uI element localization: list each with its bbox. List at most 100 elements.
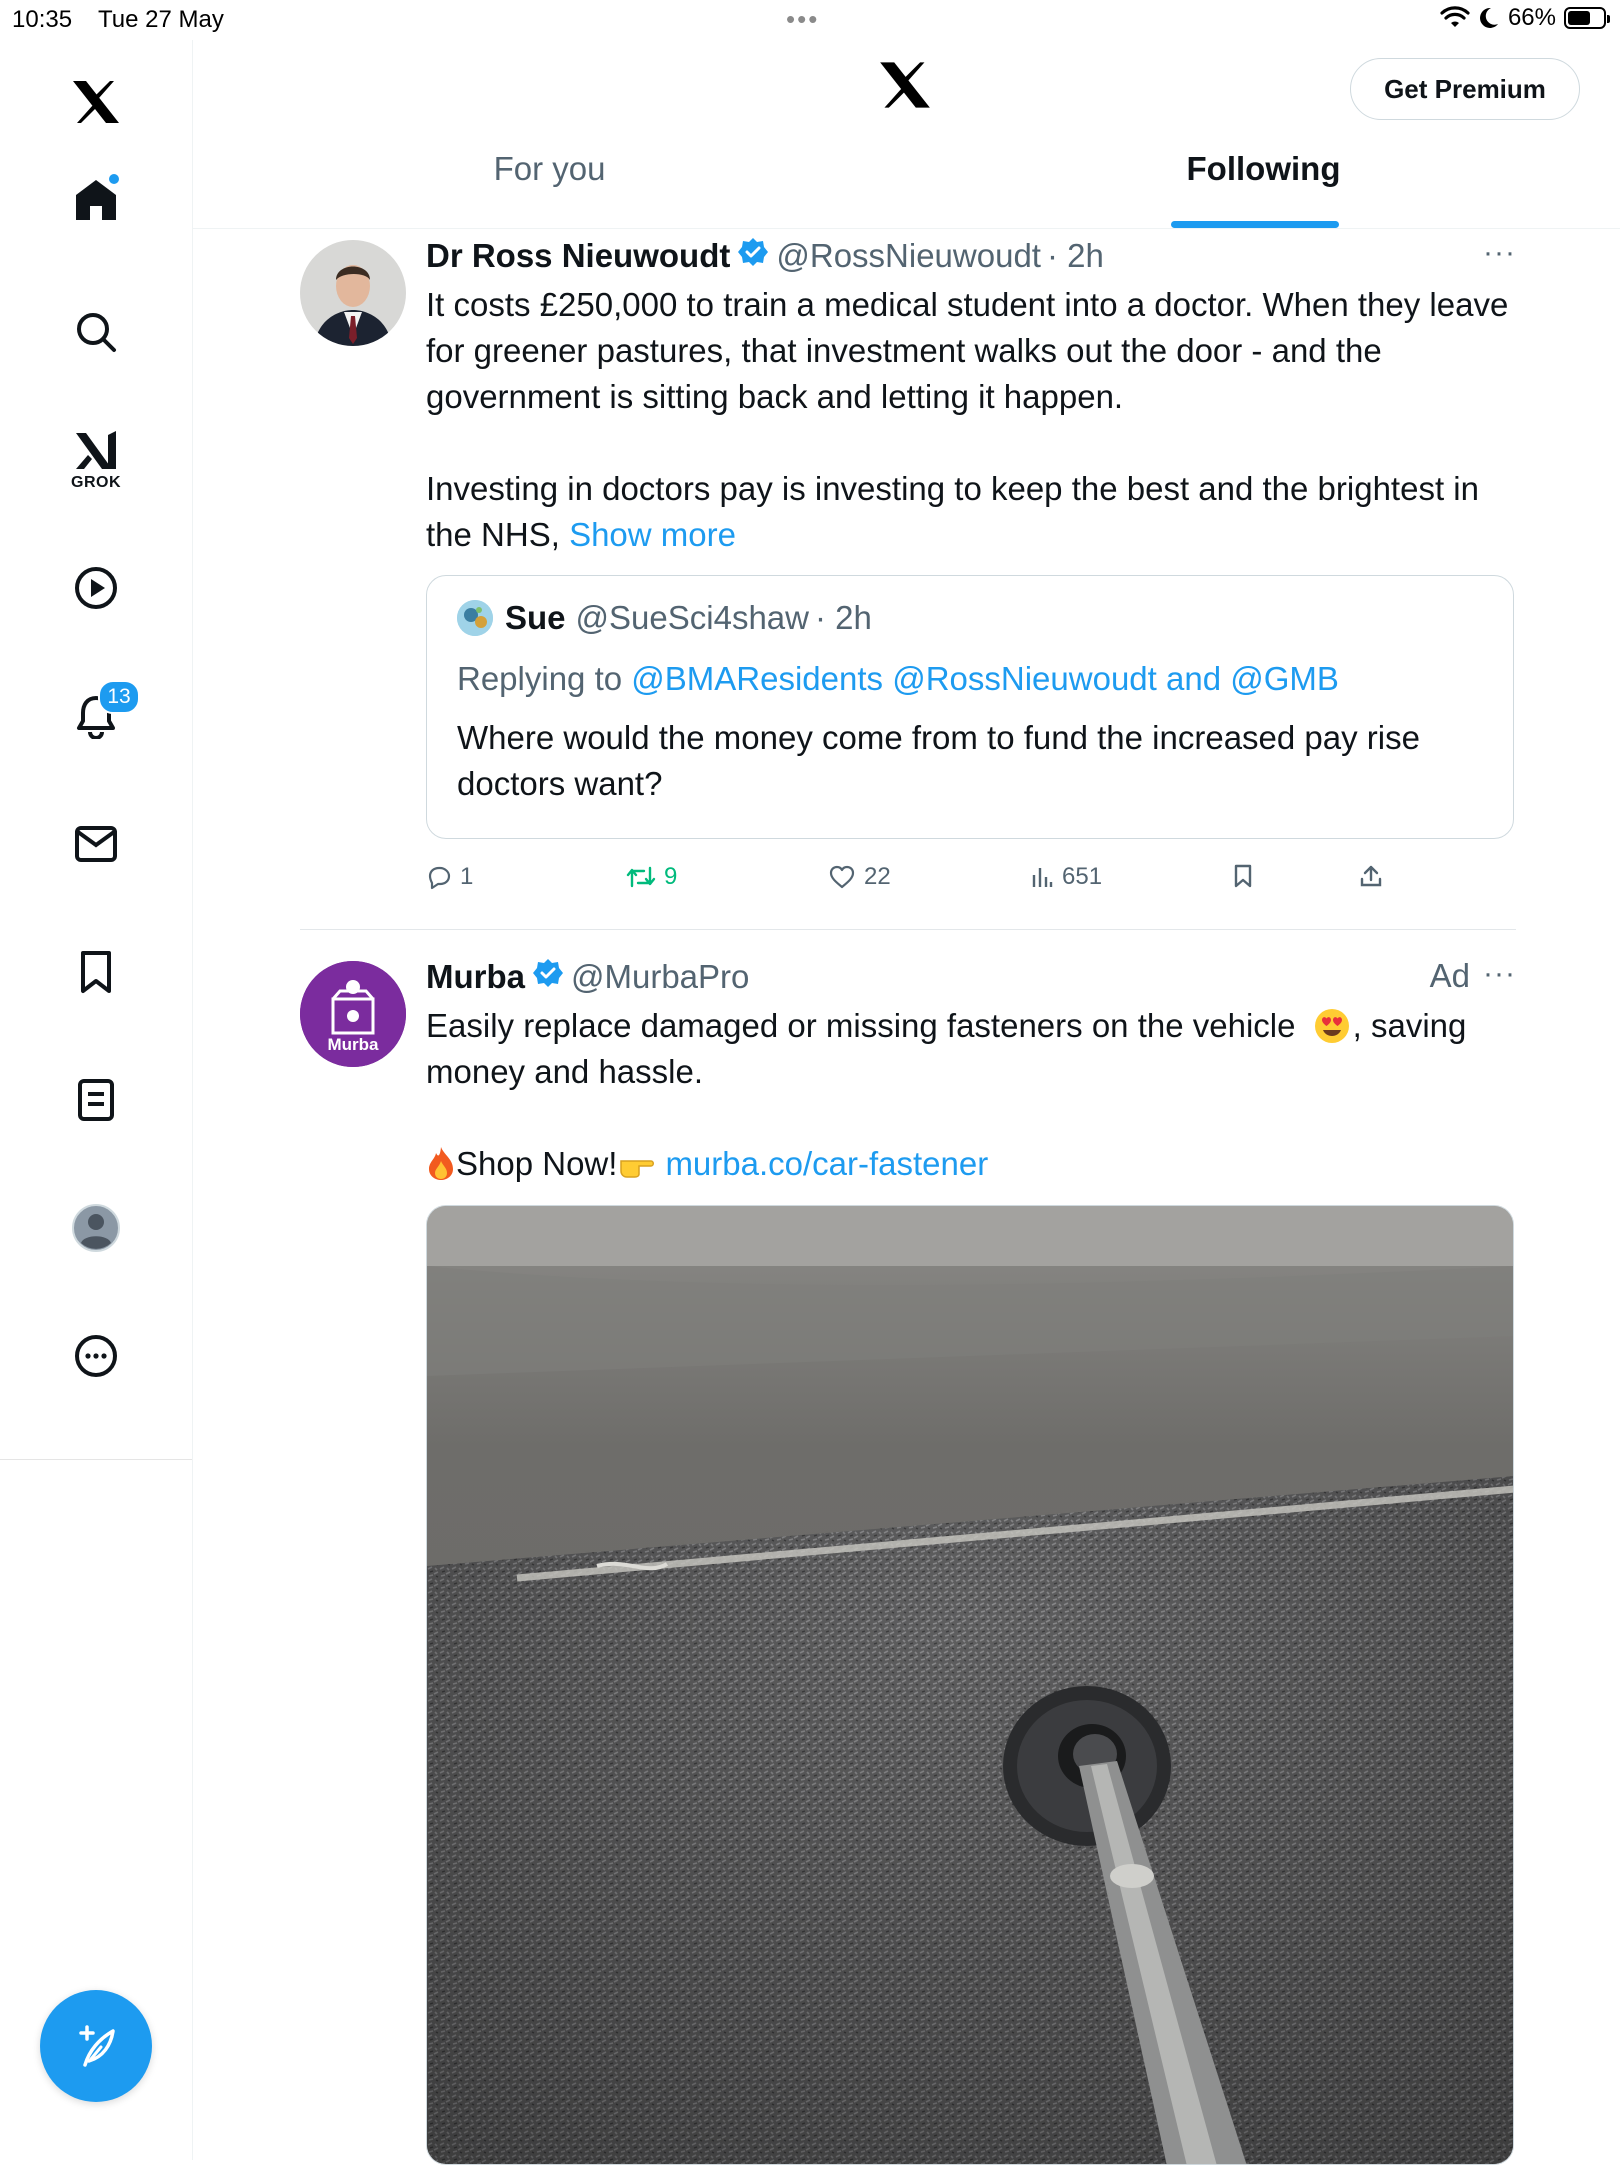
sidebar-item-profile[interactable] xyxy=(56,1188,136,1268)
replying-to: Replying to @BMAResidents @RossNieuwoudt… xyxy=(457,659,1339,699)
like-count: 22 xyxy=(864,863,891,890)
grok-icon xyxy=(76,431,116,469)
tweet[interactable]: Dr Ross Nieuwoudt @RossNieuwoudt · 2h ··… xyxy=(300,236,1516,916)
tweet-header: Dr Ross Nieuwoudt @RossNieuwoudt · 2h xyxy=(426,236,1516,276)
home-unread-dot xyxy=(109,174,119,184)
tweet-body: Murba @MurbaPro Ad ··· Easily replace da… xyxy=(426,957,1516,1187)
verified-badge-icon xyxy=(738,236,769,276)
grok-label: GROK xyxy=(71,474,121,491)
status-right: 66% xyxy=(1440,4,1610,32)
bookmark-button[interactable] xyxy=(1232,863,1254,889)
notifications-badge: 13 xyxy=(98,680,140,714)
sidebar-item-bookmarks[interactable] xyxy=(56,932,136,1012)
ad-label: Ad xyxy=(1429,957,1470,994)
quote-text: Where would the money come from to fund … xyxy=(457,719,1420,802)
replying-to-prefix: Replying to xyxy=(457,660,623,697)
tweet-body: Dr Ross Nieuwoudt @RossNieuwoudt · 2h ··… xyxy=(426,236,1516,558)
moon-icon xyxy=(1479,7,1498,28)
sidebar-item-home[interactable] xyxy=(56,160,136,240)
like-button[interactable]: 22 xyxy=(828,863,891,891)
tweet-separator xyxy=(300,929,1516,930)
profile-icon xyxy=(72,1204,120,1252)
sidebar-item-lists[interactable] xyxy=(56,1060,136,1140)
more-icon xyxy=(75,1335,117,1377)
ad-media-image[interactable] xyxy=(426,1205,1514,2165)
mail-icon xyxy=(75,826,117,862)
quote-avatar[interactable] xyxy=(457,600,493,636)
repost-count: 9 xyxy=(664,863,678,890)
tweet-paragraph: Shop Now! murba.co/car-fastener xyxy=(426,1141,1516,1187)
tweet-actions: 1 9 22 651 xyxy=(426,863,1426,903)
avatar-brand-text: Murba xyxy=(327,1035,379,1054)
wifi-icon xyxy=(1440,6,1470,27)
status-date: Tue 27 May xyxy=(98,6,224,33)
share-icon xyxy=(1360,865,1382,887)
more-options-icon[interactable]: ··· xyxy=(1483,236,1516,270)
tab-following[interactable]: Following xyxy=(907,150,1620,228)
bookmark-icon xyxy=(81,951,111,993)
share-button[interactable] xyxy=(1358,863,1384,889)
get-premium-button[interactable]: Get Premium xyxy=(1350,58,1580,120)
more-options-icon[interactable]: ··· xyxy=(1483,957,1516,991)
reply-button[interactable]: 1 xyxy=(426,863,473,891)
avatar[interactable] xyxy=(300,240,406,346)
sidebar-item-video[interactable] xyxy=(56,548,136,628)
verified-badge-icon xyxy=(533,957,563,997)
author-name[interactable]: Dr Ross Nieuwoudt xyxy=(426,236,730,276)
sidebar-item-grok[interactable]: GROK xyxy=(56,422,136,502)
search-icon xyxy=(77,313,116,352)
quote-header: Sue @SueSci4shaw · 2h xyxy=(457,598,872,638)
show-more-link[interactable]: Show more xyxy=(569,516,736,553)
ad-link[interactable]: murba.co/car-fastener xyxy=(665,1145,988,1182)
author-name[interactable]: Murba xyxy=(426,957,525,997)
author-handle[interactable]: @MurbaPro xyxy=(571,957,749,997)
bookmark-icon xyxy=(1234,864,1252,888)
quote-author-handle[interactable]: @SueSci4shaw xyxy=(576,598,809,638)
tab-for-you[interactable]: For you xyxy=(193,150,906,228)
battery-percent: 66% xyxy=(1507,4,1556,31)
tweet-paragraph: Easily replace damaged or missing fasten… xyxy=(426,1003,1516,1095)
multitasking-dots-icon[interactable]: ••• xyxy=(786,4,819,35)
tweet-paragraph-text: Easily replace damaged or missing fasten… xyxy=(426,1007,1296,1044)
heart-eyes-emoji-icon xyxy=(1314,1009,1349,1043)
sidebar-item-notifications[interactable]: 13 xyxy=(56,676,140,756)
quote-time: · 2h xyxy=(814,599,872,636)
heart-icon xyxy=(829,865,855,889)
status-time: 10:35 xyxy=(12,6,73,33)
sidebar-item-messages[interactable] xyxy=(56,804,136,884)
tweet-paragraph: Investing in doctors pay is investing to… xyxy=(426,466,1516,558)
tweet-time[interactable]: · 2h xyxy=(1047,236,1104,276)
author-handle[interactable]: @RossNieuwoudt xyxy=(776,236,1041,276)
play-icon xyxy=(75,567,117,609)
quote-author-name[interactable]: Sue xyxy=(505,598,566,638)
x-logo-icon[interactable] xyxy=(878,60,932,115)
timeline-header: Get Premium For you Following xyxy=(193,40,1620,229)
reply-count: 1 xyxy=(460,863,474,890)
status-bar: 10:35 Tue 27 May ••• 66% xyxy=(0,0,1620,40)
tweet-text: It costs £250,000 to train a medical stu… xyxy=(426,282,1516,558)
repost-icon xyxy=(626,866,656,888)
compose-icon xyxy=(79,2025,115,2067)
tab-selected-indicator xyxy=(1171,221,1339,228)
sidebar-item-explore[interactable] xyxy=(56,292,136,372)
list-icon xyxy=(78,1079,114,1121)
tweet-paragraph: It costs £250,000 to train a medical stu… xyxy=(426,286,1509,415)
views-chart-icon xyxy=(1032,868,1053,887)
sidebar: GROK 13 xyxy=(0,40,193,2160)
battery-icon xyxy=(1564,7,1610,29)
pointing-hand-emoji-icon xyxy=(620,1160,655,1178)
quoted-tweet[interactable]: Sue @SueSci4shaw · 2h Replying to @BMARe… xyxy=(426,575,1514,839)
sidebar-item-more[interactable] xyxy=(56,1316,136,1396)
x-logo-icon[interactable] xyxy=(56,62,136,142)
views-count: 651 xyxy=(1062,863,1103,890)
tweet-header: Murba @MurbaPro xyxy=(426,957,1516,997)
views-button[interactable]: 651 xyxy=(1030,863,1102,891)
avatar[interactable]: Murba xyxy=(300,961,406,1067)
fire-emoji-icon xyxy=(429,1147,453,1180)
tweet-text: Easily replace damaged or missing fasten… xyxy=(426,1003,1516,1187)
reply-icon xyxy=(428,866,451,890)
compose-button[interactable] xyxy=(40,1990,152,2102)
replying-to-handles[interactable]: @BMAResidents @RossNieuwoudt and @GMB xyxy=(631,660,1339,697)
repost-button[interactable]: 9 xyxy=(626,863,677,891)
shop-now-text: Shop Now! xyxy=(456,1145,618,1182)
